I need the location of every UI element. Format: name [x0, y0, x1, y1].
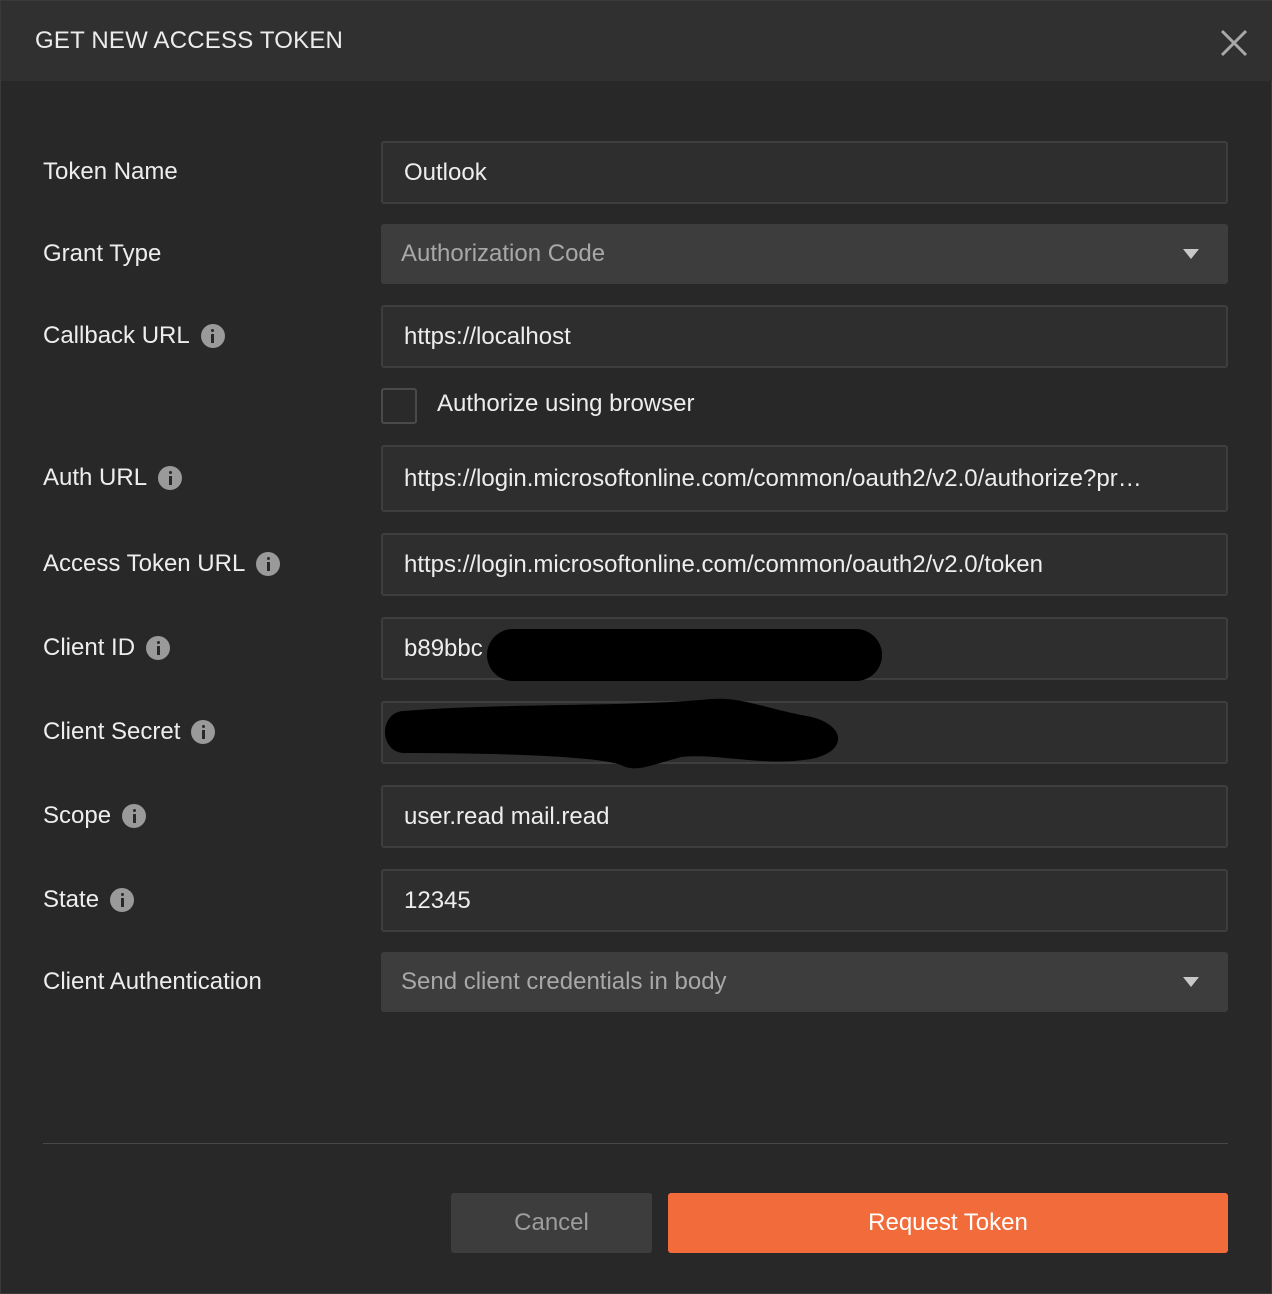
request-token-button[interactable]: Request Token: [668, 1193, 1228, 1253]
callback-url-input[interactable]: https://localhost: [381, 305, 1228, 368]
access-token-dialog: GET NEW ACCESS TOKEN Token Name Outlook …: [0, 0, 1272, 1294]
authorize-browser-label[interactable]: Authorize using browser: [437, 390, 694, 418]
dialog-header: GET NEW ACCESS TOKEN: [1, 1, 1272, 81]
cancel-button[interactable]: Cancel: [451, 1193, 652, 1253]
client-authentication-select[interactable]: Send client credentials in body: [381, 952, 1228, 1012]
client-id-label: Client ID: [43, 628, 171, 668]
info-icon[interactable]: [256, 552, 281, 576]
info-icon[interactable]: [158, 466, 183, 490]
close-button[interactable]: [1211, 21, 1255, 65]
auth-url-label: Auth URL: [43, 458, 183, 498]
grant-type-select[interactable]: Authorization Code: [381, 224, 1228, 284]
info-icon[interactable]: [200, 324, 225, 348]
client-secret-label: Client Secret: [43, 712, 216, 752]
scope-input[interactable]: user.read mail.read: [381, 785, 1228, 848]
dialog-title: GET NEW ACCESS TOKEN: [35, 27, 344, 54]
token-name-label: Token Name: [43, 158, 178, 185]
access-token-url-label: Access Token URL: [43, 544, 281, 584]
scope-label: Scope: [43, 796, 147, 836]
authorize-browser-checkbox[interactable]: [381, 388, 417, 424]
access-token-url-input[interactable]: https://login.microsoftonline.com/common…: [381, 533, 1228, 596]
redaction-mark: [487, 629, 882, 681]
info-icon[interactable]: [191, 720, 216, 744]
callback-url-label: Callback URL: [43, 316, 225, 356]
info-icon[interactable]: [110, 888, 135, 912]
redaction-mark: [385, 698, 839, 769]
chevron-down-icon: [1183, 249, 1199, 259]
auth-url-input[interactable]: https://login.microsoftonline.com/common…: [381, 445, 1228, 512]
footer-divider: [43, 1143, 1228, 1144]
info-icon[interactable]: [122, 804, 147, 828]
client-authentication-label: Client Authentication: [43, 968, 262, 995]
chevron-down-icon: [1183, 977, 1199, 987]
state-input[interactable]: 12345: [381, 869, 1228, 932]
token-name-input[interactable]: Outlook: [381, 141, 1228, 204]
state-label: State: [43, 880, 135, 920]
close-icon: [1220, 29, 1248, 57]
grant-type-label: Grant Type: [43, 240, 162, 267]
info-icon[interactable]: [146, 636, 171, 660]
